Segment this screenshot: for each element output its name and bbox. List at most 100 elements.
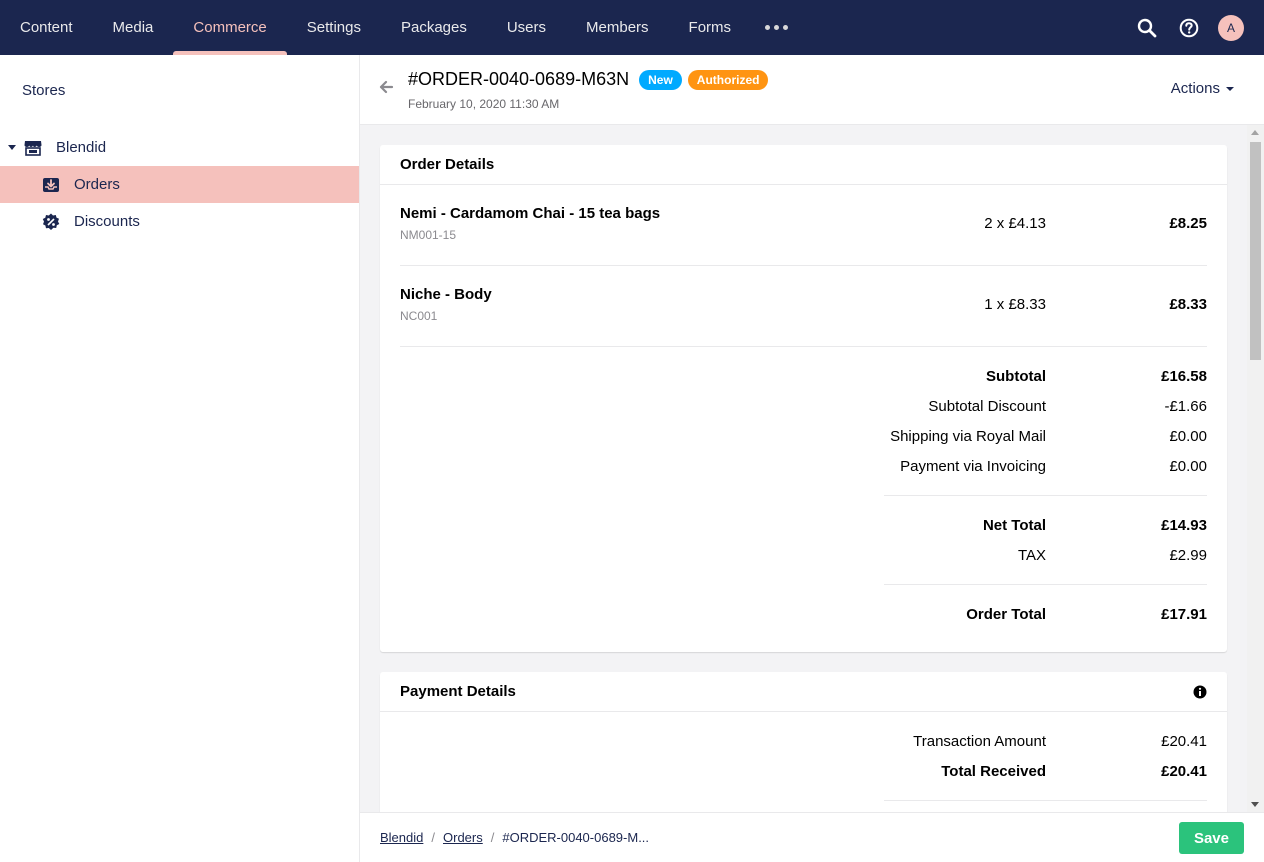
- breadcrumb-separator: /: [431, 830, 435, 845]
- tree-item-label: Discounts: [74, 213, 140, 230]
- search-icon: [1137, 18, 1157, 37]
- actions-dropdown[interactable]: Actions: [1171, 80, 1234, 97]
- breadcrumb-separator: /: [490, 830, 495, 845]
- order-line-item: Niche - Body NC001 1 x £8.33 £8.33: [400, 266, 1207, 347]
- summary-label: Transaction Amount: [913, 732, 1046, 750]
- tree-item-label: Orders: [74, 176, 120, 193]
- save-button[interactable]: Save: [1178, 822, 1244, 854]
- inbox-download-icon: [42, 176, 60, 194]
- main-content: #ORDER-0040-0689-M63N New Authorized Feb…: [360, 55, 1264, 862]
- summary-label: Subtotal: [986, 367, 1046, 385]
- nav-item-users[interactable]: Users: [487, 0, 566, 55]
- payment-summary-block: Transaction Amount £20.41 Total Received…: [884, 712, 1207, 801]
- editor-scroll-area[interactable]: Order Details Nemi - Cardamom Chai - 15 …: [360, 125, 1264, 812]
- subtotal-discount-row: Subtotal Discount -£1.66: [884, 391, 1207, 421]
- line-total: £8.25: [1169, 215, 1207, 232]
- nav-item-content[interactable]: Content: [0, 0, 93, 55]
- subtotal-row: Subtotal £16.58: [884, 361, 1207, 391]
- product-name: Niche - Body: [400, 286, 492, 303]
- editor-footer: Blendid / Orders / #ORDER-0040-0689-M...…: [360, 812, 1264, 862]
- tree-item-discounts[interactable]: Discounts: [0, 203, 359, 240]
- nav-item-commerce[interactable]: Commerce: [173, 0, 288, 55]
- payment-row: Payment via Invoicing £0.00: [884, 451, 1207, 481]
- nav-item-media[interactable]: Media: [93, 0, 174, 55]
- tree-item-label: Blendid: [56, 139, 107, 156]
- summary-value: -£1.66: [1164, 397, 1207, 415]
- order-total-row: Order Total £17.91: [884, 599, 1207, 629]
- info-icon[interactable]: [1193, 685, 1207, 699]
- status-badge-authorized: Authorized: [687, 69, 769, 90]
- caret-down-icon: [1226, 86, 1234, 91]
- scrollbar-thumb[interactable]: [1250, 142, 1261, 360]
- user-avatar[interactable]: A: [1218, 14, 1244, 41]
- dot-icon: [765, 25, 771, 30]
- product-sku: NM001-15: [400, 228, 457, 242]
- total-received-row: Total Received £20.41: [884, 756, 1207, 786]
- top-navigation: Content Media Commerce Settings Packages…: [0, 0, 1264, 55]
- panel-header: Payment Details: [380, 672, 1227, 712]
- transaction-amount-row: Transaction Amount £20.41: [884, 726, 1207, 756]
- net-total-block: Net Total £14.93 TAX £2.99: [884, 496, 1207, 585]
- nav-item-forms[interactable]: Forms: [669, 0, 752, 55]
- net-total-row: Net Total £14.93: [884, 510, 1207, 540]
- breadcrumb-current: #ORDER-0040-0689-M...: [502, 830, 650, 845]
- tax-row: TAX £2.99: [884, 540, 1207, 570]
- panel-title: Payment Details: [400, 683, 516, 700]
- summary-value: £20.41: [1161, 732, 1207, 750]
- arrow-left-icon: [379, 80, 394, 94]
- panel-title: Order Details: [400, 156, 495, 173]
- back-button[interactable]: [378, 79, 396, 97]
- caret-down-icon[interactable]: [8, 145, 16, 150]
- discount-badge-icon: [42, 213, 60, 231]
- panel-header: Order Details: [380, 145, 1227, 185]
- payment-details-panel: Payment Details Transaction Amount £20.4…: [380, 672, 1227, 812]
- summary-label: Net Total: [982, 516, 1046, 534]
- product-name: Nemi - Cardamom Chai - 15 tea bags: [400, 205, 661, 222]
- nav-item-members[interactable]: Members: [566, 0, 669, 55]
- more-sections-button[interactable]: [751, 0, 802, 55]
- summary-value: £0.00: [1169, 427, 1207, 445]
- quantity-price: 1 x £8.33: [984, 296, 1046, 313]
- actions-label: Actions: [1170, 80, 1220, 97]
- nav-tools: A: [1126, 0, 1264, 55]
- summary-value: £17.91: [1161, 605, 1207, 623]
- breadcrumb-orders[interactable]: Orders: [443, 830, 483, 845]
- dot-icon: [783, 25, 789, 30]
- summary-label: Subtotal Discount: [928, 397, 1046, 415]
- sidebar: Stores Blendid Orders Discounts: [0, 55, 360, 862]
- order-details-panel: Order Details Nemi - Cardamom Chai - 15 …: [380, 145, 1227, 652]
- tree-item-orders[interactable]: Orders: [0, 166, 359, 203]
- sidebar-title: Stores: [22, 82, 66, 99]
- search-button[interactable]: [1126, 0, 1168, 55]
- order-date: February 10, 2020 11:30 AM: [408, 97, 560, 111]
- help-button[interactable]: [1168, 0, 1210, 55]
- summary-label: TAX: [1017, 546, 1046, 564]
- summary-value: £14.93: [1161, 516, 1207, 534]
- editor-header: #ORDER-0040-0689-M63N New Authorized Feb…: [360, 55, 1264, 125]
- order-line-item: Nemi - Cardamom Chai - 15 tea bags NM001…: [400, 185, 1207, 266]
- scroll-up-arrow-icon[interactable]: [1251, 130, 1259, 135]
- order-total-block: Order Total £17.91: [884, 585, 1207, 639]
- order-number: #ORDER-0040-0689-M63N: [408, 69, 630, 89]
- summary-label: Payment via Invoicing: [900, 457, 1046, 475]
- dot-icon: [774, 25, 780, 30]
- summary-value: £0.00: [1169, 457, 1207, 475]
- tree-item-blendid[interactable]: Blendid: [0, 129, 359, 166]
- status-badge-new: New: [639, 69, 682, 90]
- line-total: £8.33: [1169, 296, 1207, 313]
- summary-value: £20.41: [1161, 762, 1207, 780]
- store-icon: [24, 139, 42, 157]
- vertical-scrollbar[interactable]: [1247, 125, 1264, 812]
- summary-label: Order Total: [966, 605, 1046, 623]
- subtotal-block: Subtotal £16.58 Subtotal Discount -£1.66…: [884, 347, 1207, 496]
- breadcrumb-blendid[interactable]: Blendid: [380, 830, 423, 845]
- summary-value: £2.99: [1169, 546, 1207, 564]
- nav-item-packages[interactable]: Packages: [381, 0, 487, 55]
- nav-item-settings[interactable]: Settings: [287, 0, 381, 55]
- summary-value: £16.58: [1161, 367, 1207, 385]
- summary-label: Total Received: [941, 762, 1046, 780]
- quantity-price: 2 x £4.13: [984, 215, 1046, 232]
- shipping-row: Shipping via Royal Mail £0.00: [884, 421, 1207, 451]
- scroll-down-arrow-icon[interactable]: [1251, 802, 1259, 807]
- summary-label: Shipping via Royal Mail: [890, 427, 1046, 445]
